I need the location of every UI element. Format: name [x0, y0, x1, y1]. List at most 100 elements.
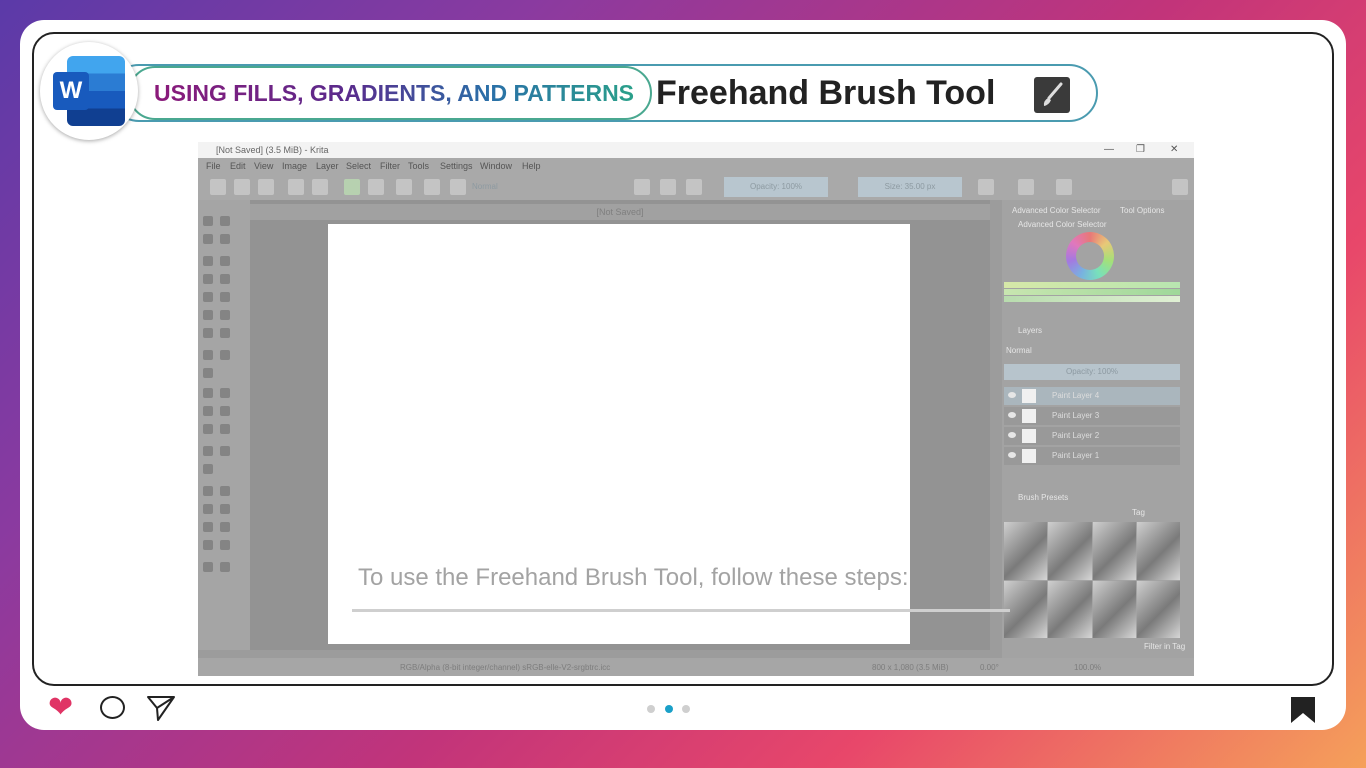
gradient-tool[interactable]	[203, 388, 213, 398]
eye-icon[interactable]	[1008, 452, 1016, 458]
menu-tools[interactable]: Tools	[408, 161, 429, 171]
layer-row[interactable]: Paint Layer 3	[1004, 407, 1180, 425]
save-icon[interactable]	[258, 179, 274, 195]
menu-help[interactable]: Help	[522, 161, 541, 171]
ellipse-tool[interactable]	[220, 274, 230, 284]
color-ramp-1[interactable]	[1004, 282, 1180, 288]
mirror-horizontal-icon[interactable]	[978, 179, 994, 195]
tab-advanced-color-selector[interactable]: Advanced Color Selector	[1012, 206, 1101, 215]
wrap-around-icon[interactable]	[1056, 179, 1072, 195]
text-tool[interactable]	[220, 216, 230, 226]
eye-icon[interactable]	[1008, 392, 1016, 398]
comment-icon[interactable]	[100, 696, 125, 719]
carousel-dot-active[interactable]	[665, 705, 673, 713]
brush-preset[interactable]	[1092, 522, 1136, 580]
new-document-icon[interactable]	[210, 179, 226, 195]
eraser-icon[interactable]	[634, 179, 650, 195]
redo-icon[interactable]	[312, 179, 328, 195]
multibrush-tool[interactable]	[220, 328, 230, 338]
layer-row[interactable]: Paint Layer 4	[1004, 387, 1180, 405]
brush-preset[interactable]	[1048, 522, 1092, 580]
pan-tool[interactable]	[220, 562, 230, 572]
reference-images-tool[interactable]	[203, 464, 213, 474]
opacity-slider[interactable]: Opacity: 100%	[724, 177, 828, 197]
carousel-dot[interactable]	[682, 705, 690, 713]
menu-filter[interactable]: Filter	[380, 161, 400, 171]
dynamic-brush-tool[interactable]	[203, 328, 213, 338]
tab-tool-options[interactable]: Tool Options	[1120, 206, 1164, 215]
eye-icon[interactable]	[1008, 432, 1016, 438]
layer-row[interactable]: Paint Layer 2	[1004, 427, 1180, 445]
color-wheel[interactable]	[1066, 232, 1114, 280]
enclose-fill-tool[interactable]	[220, 424, 230, 434]
layer-blend-mode[interactable]: Normal	[1006, 346, 1032, 355]
brush-preset[interactable]	[1136, 580, 1180, 638]
select-shapes-tool[interactable]	[203, 216, 213, 226]
preset-thumbnail-icon[interactable]	[450, 179, 466, 195]
tag-label[interactable]: Tag	[1132, 508, 1145, 517]
bookmark-icon[interactable]	[1290, 696, 1316, 729]
send-icon[interactable]	[146, 694, 176, 727]
fill-tool[interactable]	[203, 424, 213, 434]
bezier-selection-tool[interactable]	[203, 540, 213, 550]
reload-preset-icon[interactable]	[686, 179, 702, 195]
menu-image[interactable]: Image	[282, 161, 307, 171]
smart-patch-tool[interactable]	[220, 406, 230, 416]
heart-icon[interactable]: ❤	[48, 692, 73, 724]
calligraphy-tool[interactable]	[220, 234, 230, 244]
size-slider[interactable]: Size: 35.00 px	[858, 177, 962, 197]
gradient-icon[interactable]	[344, 179, 360, 195]
freehand-brush-tool[interactable]	[203, 256, 213, 266]
workspace-icon[interactable]	[1172, 179, 1188, 195]
crop-tool[interactable]	[203, 368, 213, 378]
elliptical-selection-tool[interactable]	[220, 486, 230, 496]
menu-select[interactable]: Select	[346, 161, 371, 171]
minimize-icon[interactable]: —	[1104, 144, 1114, 155]
close-icon[interactable]: ✕	[1170, 144, 1178, 155]
color-ramp-2[interactable]	[1004, 289, 1180, 295]
menu-window[interactable]: Window	[480, 161, 512, 171]
carousel-dot[interactable]	[647, 705, 655, 713]
rectangle-tool[interactable]	[203, 274, 213, 284]
brush-preset[interactable]	[1136, 522, 1180, 580]
colorize-mask-tool[interactable]	[203, 406, 213, 416]
freehand-selection-tool[interactable]	[220, 504, 230, 514]
freehand-path-tool[interactable]	[220, 310, 230, 320]
zoom-status[interactable]: 100.0%	[1074, 663, 1101, 672]
zoom-tool[interactable]	[203, 562, 213, 572]
pattern-icon[interactable]	[368, 179, 384, 195]
polygonal-selection-tool[interactable]	[203, 504, 213, 514]
preserve-alpha-icon[interactable]	[660, 179, 676, 195]
open-icon[interactable]	[234, 179, 250, 195]
edit-shapes-tool[interactable]	[203, 234, 213, 244]
transform-tool[interactable]	[203, 350, 213, 360]
menu-file[interactable]: File	[206, 161, 221, 171]
rotation-status[interactable]: 0.00°	[980, 663, 999, 672]
restore-icon[interactable]: ❐	[1136, 144, 1145, 155]
rectangular-selection-tool[interactable]	[203, 486, 213, 496]
color-sampler-tool[interactable]	[220, 388, 230, 398]
blend-mode-select[interactable]: Normal	[468, 177, 618, 197]
measure-tool[interactable]	[220, 446, 230, 456]
polygon-tool[interactable]	[203, 292, 213, 302]
menu-layer[interactable]: Layer	[316, 161, 339, 171]
undo-icon[interactable]	[288, 179, 304, 195]
menu-edit[interactable]: Edit	[230, 161, 246, 171]
filter-in-tag[interactable]: Filter in Tag	[1144, 642, 1185, 651]
color-ramp-3[interactable]	[1004, 296, 1180, 302]
move-tool[interactable]	[220, 350, 230, 360]
brush-preset[interactable]	[1004, 580, 1048, 638]
mirror-vertical-icon[interactable]	[1018, 179, 1034, 195]
contiguous-selection-tool[interactable]	[203, 522, 213, 532]
layer-row[interactable]: Paint Layer 1	[1004, 447, 1180, 465]
line-tool[interactable]	[220, 256, 230, 266]
brush-preset[interactable]	[1004, 522, 1048, 580]
menu-view[interactable]: View	[254, 161, 273, 171]
similar-color-selection-tool[interactable]	[220, 522, 230, 532]
swap-colors-icon[interactable]	[396, 179, 412, 195]
assistant-tool[interactable]	[203, 446, 213, 456]
layer-opacity-slider[interactable]: Opacity: 100%	[1004, 364, 1180, 380]
eye-icon[interactable]	[1008, 412, 1016, 418]
menu-settings[interactable]: Settings	[440, 161, 473, 171]
brush-preset[interactable]	[1048, 580, 1092, 638]
